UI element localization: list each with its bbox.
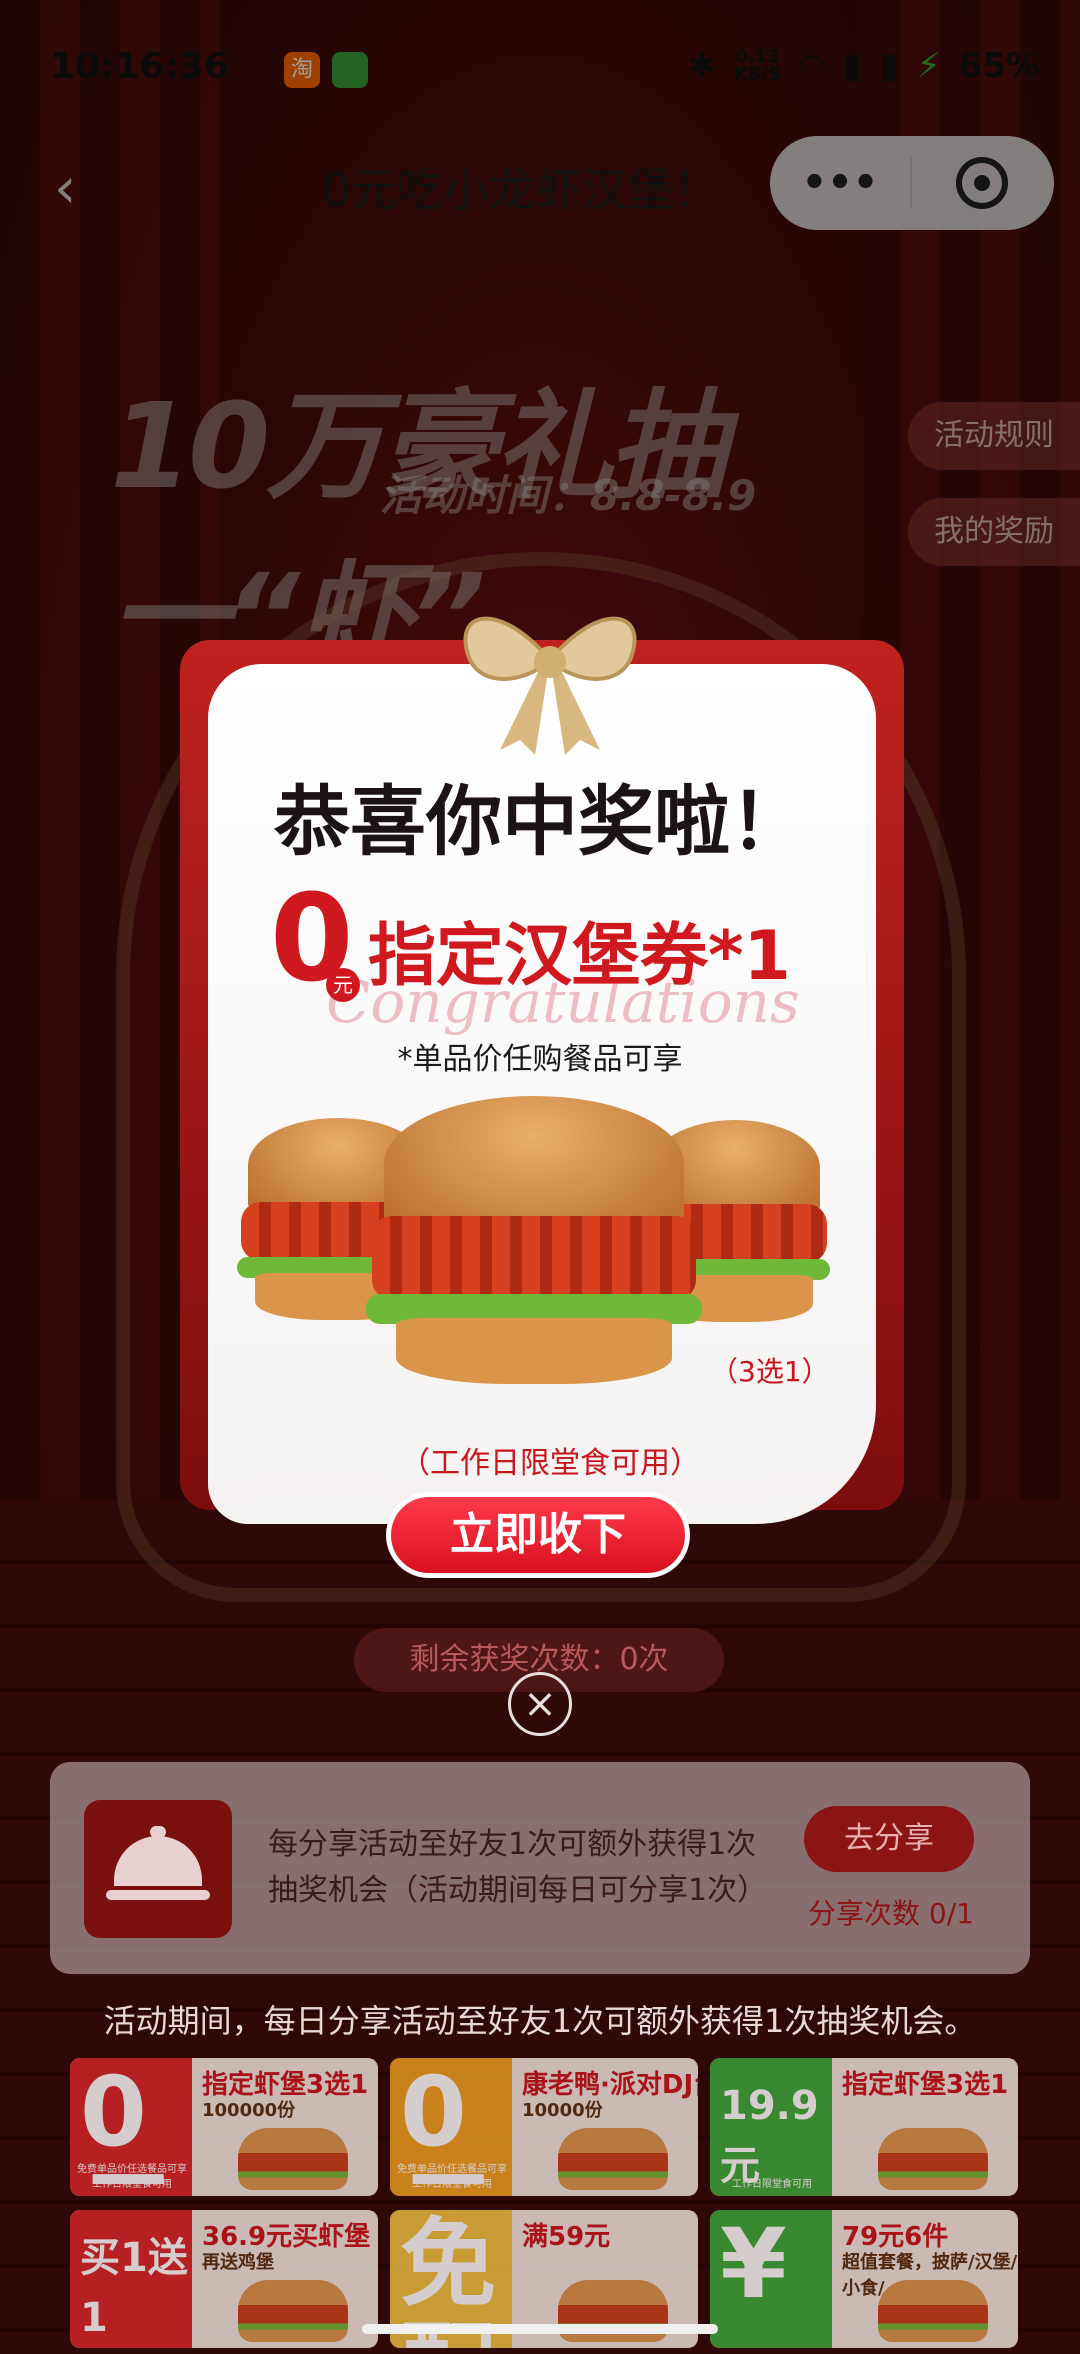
tile-badge-text: ¥ [720,2210,787,2320]
prize-tile[interactable]: 买1送1 36.9元买虾堡 再送鸡堡 [70,2210,378,2348]
tile-badge: 0元免费单品价任选餐品可享 工作日限堂食可用 [70,2058,192,2196]
congrats-heading: 恭喜你中奖啦！ [274,777,806,866]
tile-product-image [238,2128,348,2190]
prize-unit: 元 [326,968,360,1002]
choose-one-note: （3选1） [710,1355,830,1388]
tile-prize-sub: 再送鸡堡 [202,2252,274,2273]
burger-image-center [366,1096,702,1396]
tile-badge: 19.9元 工作日限堂食可用 [710,2058,832,2196]
tile-badge: ¥ [710,2210,832,2348]
tile-prize-sub: 100000份 [202,2100,296,2121]
prize-tile[interactable]: 0元免费单品价任选餐品可享 工作日限堂食可用康老鸭·派对DJ台10000份 [390,2058,698,2196]
cloche-icon [84,1800,232,1938]
tile-prize-name: 满59元 [522,2222,611,2252]
share-description: 每分享活动至好友1次可额外获得1次抽奖机会（活动期间每日可分享1次） [268,1827,768,1908]
tile-product-image [558,2128,668,2190]
share-button[interactable]: 去分享 [804,1806,974,1872]
tile-product-image [878,2280,988,2342]
claim-button[interactable]: 立即收下 [386,1492,690,1578]
home-indicator[interactable] [362,2324,718,2334]
tile-badge-note: 免费单品价任选餐品可享 工作日限堂食可用 [397,2164,507,2190]
tile-prize-sub: 10000份 [522,2100,603,2121]
tile-badge-note: 免费单品价任选餐品可享 工作日限堂食可用 [77,2164,187,2190]
prize-tile[interactable]: 0元免费单品价任选餐品可享 工作日限堂食可用指定虾堡3选1100000份 [70,2058,378,2196]
close-modal-icon[interactable]: × [508,1672,572,1736]
prize-title: 0 元 指定汉堡券*1 [270,880,810,1010]
prize-tile[interactable]: 19.9元 工作日限堂食可用 指定虾堡3选1 [710,2058,1018,2196]
prize-note: *单品价任购餐品可享 [397,1042,683,1077]
tile-badge-note: 工作日限堂食可用 [732,2179,812,2190]
tile-product-image [238,2280,348,2342]
tile-badge: 0元免费单品价任选餐品可享 工作日限堂食可用 [390,2058,512,2196]
dine-in-limit-note: （工作日限堂食可用） [400,1446,700,1481]
prize-tile[interactable]: ¥79元6件 超值套餐，披萨/汉堡/小食/ [710,2210,1018,2348]
tile-badge: 买1送1 [70,2210,192,2348]
share-count: 分享次数 0/1 [808,1897,974,1930]
tile-badge-text: 买1送1 [80,2235,188,2341]
tile-prize-name: 指定虾堡3选1 [842,2070,1009,2100]
ribbon-bow-icon [463,616,637,755]
prize-name: 指定汉堡券*1 [368,917,791,996]
tile-product-image [878,2128,988,2190]
period-note: 活动期间，每日分享活动至好友1次可额外获得1次抽奖机会。 [103,2002,977,2040]
